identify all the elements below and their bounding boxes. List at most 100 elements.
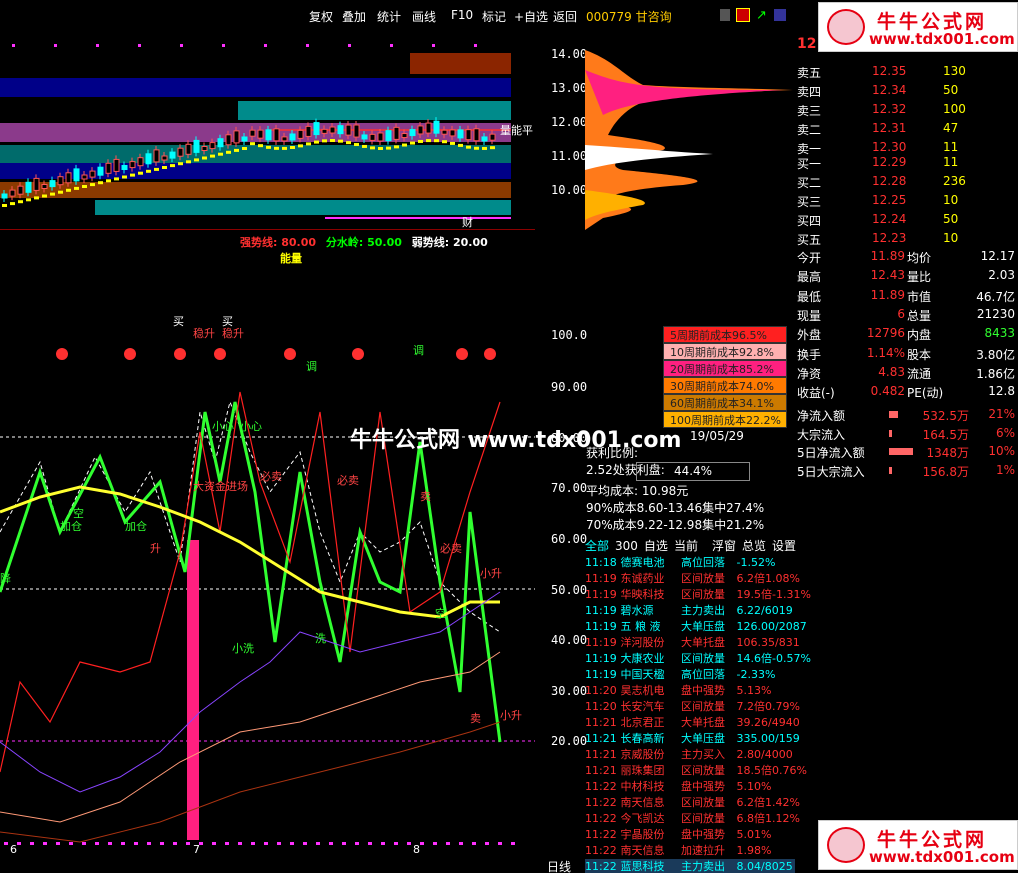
buy-vol: 10	[943, 193, 959, 207]
menu-f10[interactable]: F10	[451, 8, 473, 22]
feed-row[interactable]: 11:19 东诚药业 区间放量 6.2倍1.08%	[585, 571, 800, 587]
candle-body	[321, 128, 328, 134]
feed-time: 11:19	[585, 572, 617, 585]
window-icon[interactable]	[774, 9, 786, 21]
sell-vol: 50	[943, 83, 959, 97]
feed-row[interactable]: 11:21 北京君正 大单托盘 39.26/4940	[585, 715, 800, 731]
signal-label: 稳升	[222, 326, 244, 340]
kline-pane[interactable]: 量能平 财	[0, 30, 535, 230]
stat-value: 12.17	[980, 249, 1015, 263]
feed-row[interactable]: 11:21 长春高新 大单压盘 335.00/159	[585, 731, 800, 747]
feed-event: 大单托盘	[681, 716, 725, 729]
indicator-axis: 100.0 90.00 80.00 70.00 60.00 50.00 40.0…	[535, 232, 588, 873]
feed-row[interactable]: 11:19 碧水源 主力卖出 6.22/6019	[585, 603, 795, 619]
menu-fuquan[interactable]: 复权	[309, 8, 333, 25]
feed-row[interactable]: 11:18 德赛电池 高位回落 -1.52%	[585, 555, 795, 571]
candle-body	[233, 130, 240, 144]
stat-row: 今开 11.89 均价 12.17	[795, 247, 1018, 266]
feed-tab[interactable]: 自选	[644, 539, 668, 553]
menu-diejia[interactable]: 叠加	[342, 8, 366, 25]
feed-time: 11:19	[585, 620, 617, 633]
ma-dot	[354, 143, 359, 147]
sell-row: 卖二 12.31 47	[795, 119, 1018, 138]
menu-tongji[interactable]: 统计	[377, 8, 401, 25]
cai-tag: 财	[462, 215, 473, 229]
feed-row[interactable]: 11:19 中国天楹 高位回落 -2.33%	[585, 667, 795, 683]
feed-row[interactable]: 11:22 今飞凯达 区间放量 6.8倍1.12%	[585, 811, 800, 827]
watermark: 牛牛公式网 www.tdx001.com	[350, 428, 682, 453]
buy-row: 买四 12.24 50	[795, 210, 1018, 229]
feed-tab[interactable]: 全部	[585, 539, 609, 553]
energy-tag: 能量	[280, 252, 302, 265]
top-dot	[54, 44, 57, 47]
menu-biaoji[interactable]: 标记	[482, 8, 506, 25]
feed-row[interactable]: 11:19 华映科技 区间放量 19.5倍-1.31%	[585, 587, 811, 603]
bottom-mark	[420, 842, 424, 845]
feed-row[interactable]: 11:22 蓝思科技 主力卖出 8.04/8025	[585, 859, 795, 873]
top-dot	[348, 44, 351, 47]
ind-tick: 20.00	[551, 734, 588, 748]
bottom-mark	[316, 842, 320, 845]
stat-label: 外盘	[797, 328, 822, 343]
arrow-icon[interactable]: ↗	[756, 8, 767, 23]
feed-row[interactable]: 11:22 宇晶股份 盘中强势 5.01%	[585, 827, 795, 843]
feed-event: 区间放量	[681, 796, 725, 809]
feed-tab[interactable]: 当前	[674, 539, 698, 553]
stock-title: 000779 甘咨询	[586, 10, 672, 24]
salmon-line	[0, 651, 501, 823]
feed-row[interactable]: 11:21 京威股份 主力买入 2.80/4000	[585, 747, 795, 763]
signal-circle	[56, 348, 68, 360]
menu-back[interactable]: 返回	[553, 8, 577, 25]
bottom-mark	[95, 842, 99, 845]
feed-row[interactable]: 11:19 洋河股份 大单托盘 106.35/831	[585, 635, 800, 651]
candle-body	[65, 172, 72, 184]
feed-row[interactable]: 11:20 昊志机电 盘中强势 5.13%	[585, 683, 795, 699]
price-tick: 11.00	[551, 149, 588, 163]
grid-icon[interactable]	[720, 9, 730, 21]
feed-tab[interactable]: 设置	[772, 539, 796, 553]
ma-dot	[186, 160, 191, 164]
price-axis: 14.00 13.00 12.00 11.00 10.00	[535, 30, 588, 230]
feed-value: 8.04/8025	[736, 860, 793, 873]
feed-row[interactable]: 11:20 长安汽车 区间放量 7.2倍0.79%	[585, 699, 800, 715]
draw-icon[interactable]	[736, 8, 750, 22]
sell-label: 卖四	[797, 85, 822, 99]
ma-dot	[146, 169, 151, 173]
bottom-mark	[160, 842, 164, 845]
indicator-pane[interactable]: 强势线: 80.00 分水岭: 50.00 弱势线: 20.00 能量 买稳升买…	[0, 232, 535, 857]
feed-row[interactable]: 11:21 丽珠集团 区间放量 18.5倍0.76%	[585, 763, 807, 779]
cost-row: 10周期前成本92.8%	[663, 343, 787, 360]
feed-row[interactable]: 11:22 南天信息 区间放量 6.2倍1.42%	[585, 795, 800, 811]
buy-vol: 236	[943, 174, 966, 188]
ma-dot	[362, 144, 367, 148]
price-band	[410, 53, 511, 74]
feed-row[interactable]: 11:19 大康农业 区间放量 14.6倍-0.57%	[585, 651, 811, 667]
signal-label: 加仓	[125, 519, 147, 533]
candle-body	[185, 143, 192, 155]
period-label[interactable]: 日线	[547, 858, 571, 873]
stat-value: 11.89	[870, 287, 905, 302]
ma-dot	[82, 185, 87, 188]
candle-body	[265, 129, 272, 141]
flow-value: 532.5万	[922, 409, 969, 423]
stat-label: 现量	[797, 308, 822, 323]
signal-circle	[484, 348, 496, 360]
feed-row[interactable]: 11:19 五 粮 液 大单压盘 126.00/2087	[585, 619, 807, 635]
sell-row: 卖三 12.32 100	[795, 100, 1018, 119]
feed-value: 126.00/2087	[736, 620, 807, 633]
stat-row: 换手 1.14% 股本 3.80亿	[795, 344, 1018, 363]
ma-dot	[410, 141, 415, 145]
feed-tab[interactable]: 浮窗	[712, 539, 736, 553]
menu-huaxian[interactable]: 画线	[412, 8, 436, 25]
candle-body	[393, 126, 400, 140]
feed-row[interactable]: 11:22 中材科技 盘中强势 5.10%	[585, 779, 795, 795]
candle-body	[425, 122, 432, 134]
candle-body	[433, 120, 440, 134]
feed-row[interactable]: 11:22 南天信息 加速拉升 1.98%	[585, 843, 795, 859]
feed-tab[interactable]: 300	[615, 539, 638, 553]
candle-body	[73, 168, 80, 182]
candle-body	[89, 170, 96, 178]
feed-tab[interactable]: 总览	[742, 539, 766, 553]
feed-event: 区间放量	[681, 572, 725, 585]
menu-add-watch[interactable]: +自选	[514, 8, 548, 25]
